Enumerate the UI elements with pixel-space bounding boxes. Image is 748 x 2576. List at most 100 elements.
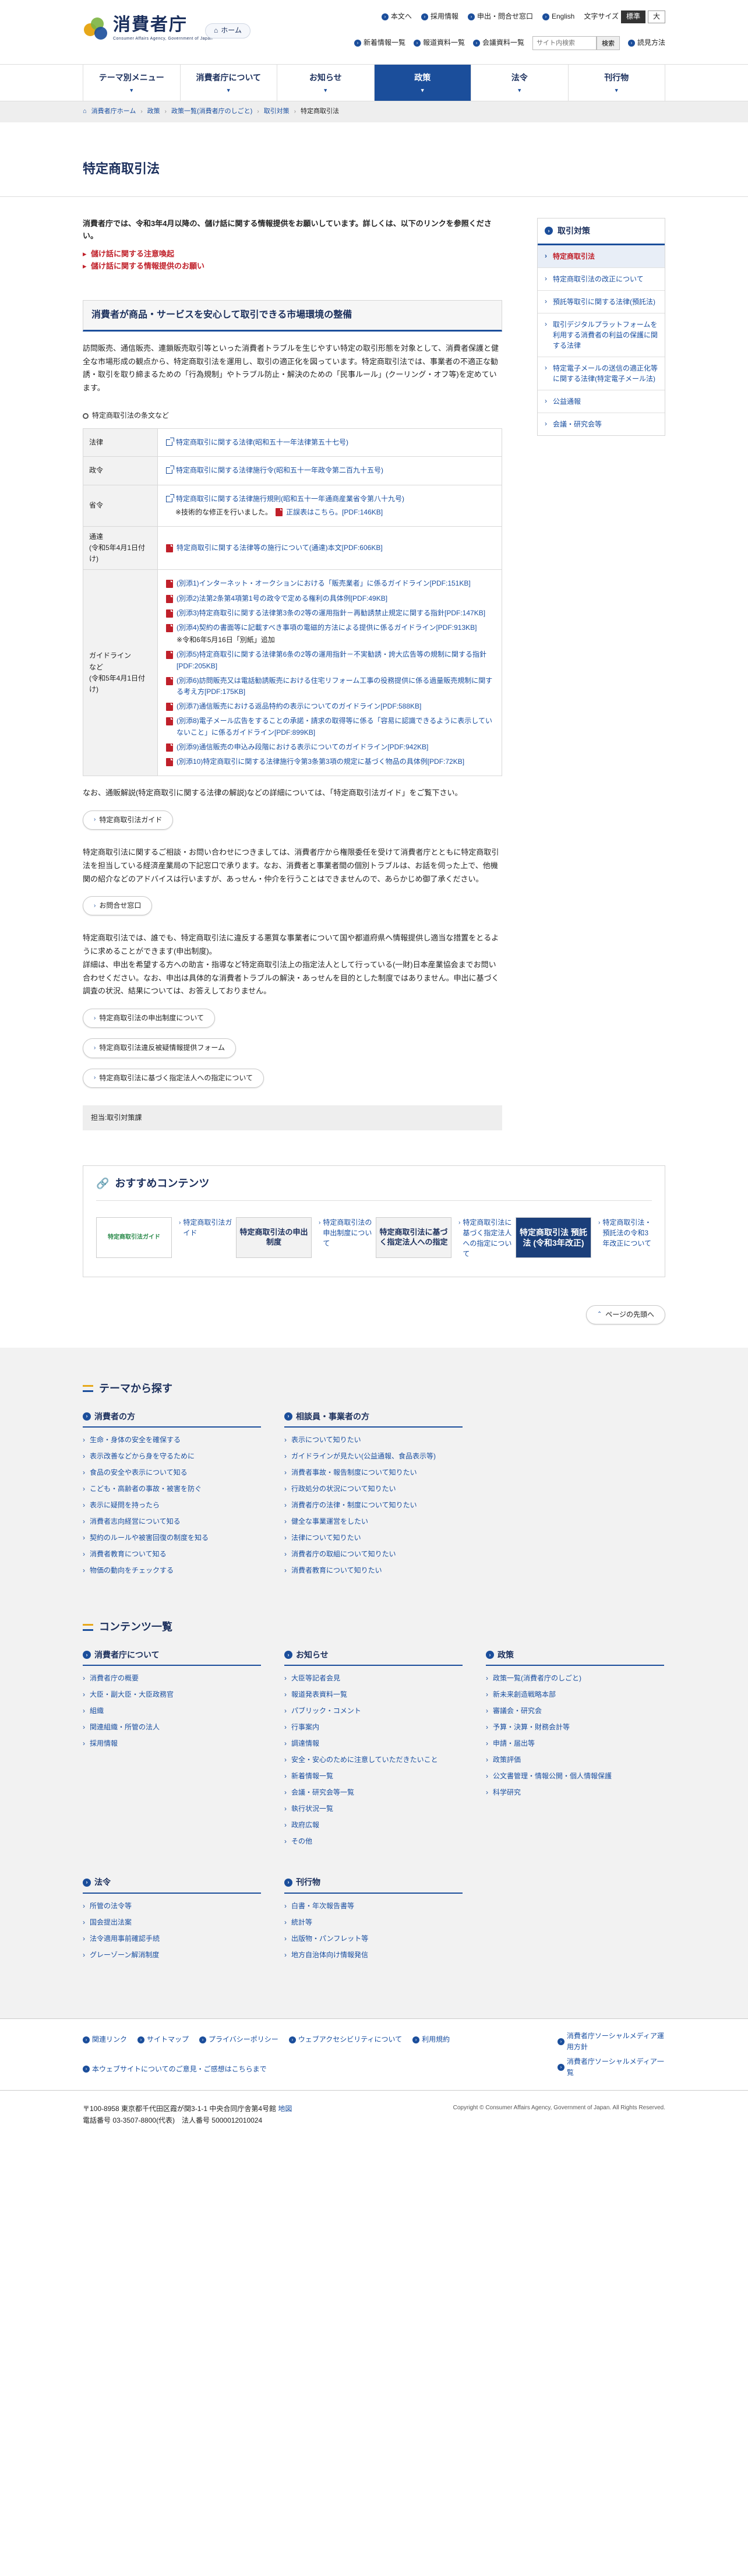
law-document-link[interactable]: (別添5)特定商取引に関する法律第6条の2等の運用指針－不実勧誘・誇大広告等の規…: [166, 649, 493, 671]
footer-column-title[interactable]: › 法令: [83, 1876, 261, 1894]
law-document-link[interactable]: 特定商取引に関する法律等の施行について(通達)本文[PDF:606KB]: [166, 542, 493, 554]
top-link-recruit[interactable]: › 採用情報: [421, 11, 458, 22]
footer-link[interactable]: こども・高齢者の事故・被害を防ぐ: [83, 1483, 261, 1494]
footer-column-title[interactable]: › 消費者の方: [83, 1410, 261, 1428]
footer-link[interactable]: 関連組織・所管の法人: [83, 1722, 261, 1732]
footer-link[interactable]: 消費者庁の概要: [83, 1673, 261, 1683]
footer-link[interactable]: 調達情報: [284, 1738, 463, 1749]
report-system-button[interactable]: › 特定商取引法の申出制度について: [83, 1009, 215, 1028]
recommended-item[interactable]: 特定商取引法 預託法 (令和3年改正) › 特定商取引法・預託法の令和3年改正につ…: [516, 1217, 655, 1259]
fontsize-large-button[interactable]: 大: [647, 10, 665, 23]
footer-link[interactable]: 出版物・パンフレット等: [284, 1933, 463, 1944]
footer-link[interactable]: 表示改善などから身を守るために: [83, 1451, 261, 1461]
readaloud-link[interactable]: › 読見方法: [627, 37, 665, 48]
sidebar-item-email-law[interactable]: 特定電子メールの送信の適正化等に関する法律(特定電子メール法): [538, 356, 665, 390]
footer-column-title[interactable]: › お知らせ: [284, 1648, 463, 1666]
footer-link[interactable]: 消費者庁の法律・制度について知りたい: [284, 1500, 463, 1510]
top-link-skip[interactable]: › 本文へ: [381, 11, 412, 22]
designated-corporation-button[interactable]: › 特定商取引法に基づく指定法人への指定について: [83, 1068, 264, 1088]
footer-column-title[interactable]: › 刊行物: [284, 1876, 463, 1894]
footer-link[interactable]: 執行状況一覧: [284, 1803, 463, 1814]
fontsize-normal-button[interactable]: 標準: [620, 10, 645, 23]
footer-link[interactable]: 行事案内: [284, 1722, 463, 1732]
law-document-link[interactable]: (別添1)インターネット・オークションにおける「販売業者」に係るガイドライン[P…: [166, 578, 493, 589]
sub-link-news[interactable]: › 新着情報一覧: [354, 37, 405, 48]
law-document-link[interactable]: 特定商取引に関する法律(昭和五十一年法律第五十七号): [166, 437, 493, 448]
footer-link[interactable]: 会議・研究会等一覧: [284, 1787, 463, 1798]
footer-bottom-link[interactable]: › 利用規約: [412, 2031, 450, 2049]
footer-link[interactable]: 統計等: [284, 1917, 463, 1927]
footer-link[interactable]: 申請・届出等: [486, 1738, 664, 1749]
law-document-link[interactable]: (別添3)特定商取引に関する法律第3条の2等の運用指針－再勧誘禁止規定に関する指…: [166, 608, 493, 619]
search-input[interactable]: [532, 36, 597, 50]
law-document-link[interactable]: (別添2)法第2条第4項第1号の政令で定める権利の具体例[PDF:49KB]: [166, 593, 493, 604]
law-document-link[interactable]: (別添8)電子メール広告をすることの承諾・請求の取得等に係る「容易に認識できるよ…: [166, 716, 493, 738]
footer-link[interactable]: 審議会・研究会: [486, 1705, 664, 1716]
footer-bottom-link[interactable]: › プライバシーポリシー: [199, 2031, 278, 2049]
notice-link-warning[interactable]: 儲け話に関する注意喚起: [83, 248, 502, 260]
violation-report-form-button[interactable]: › 特定商取引法違反被疑情報提供フォーム: [83, 1038, 236, 1058]
footer-link[interactable]: 公文書管理・情報公開・個人情報保護: [486, 1771, 664, 1781]
footer-link[interactable]: 政府広報: [284, 1820, 463, 1830]
sidebar-item-digital-platform[interactable]: 取引デジタルプラットフォームを利用する消費者の利益の保護に関する法律: [538, 312, 665, 357]
footer-link[interactable]: 健全な事業運営をしたい: [284, 1516, 463, 1527]
footer-link[interactable]: 国会提出法案: [83, 1917, 261, 1927]
footer-link[interactable]: 大臣等記者会見: [284, 1673, 463, 1683]
footer-link[interactable]: 新着情報一覧: [284, 1771, 463, 1781]
footer-column-title[interactable]: › 相談員・事業者の方: [284, 1410, 463, 1428]
law-document-link[interactable]: (別添7)通信販売における返品特約の表示についてのガイドライン[PDF:588K…: [166, 701, 493, 712]
footer-link[interactable]: 消費者教育について知る: [83, 1549, 261, 1559]
law-document-link[interactable]: (別添4)契約の書面等に記載すべき事項の電磁的方法による提供に係るガイドライン[…: [166, 622, 493, 633]
footer-bottom-link[interactable]: › 関連リンク: [83, 2031, 127, 2049]
sidebar-item-tokushoho[interactable]: 特定商取引法: [538, 245, 665, 267]
footer-link[interactable]: ガイドラインが見たい(公益通報、食品表示等): [284, 1451, 463, 1461]
sidebar-item-amendment[interactable]: 特定商取引法の改正について: [538, 267, 665, 290]
breadcrumb-policy[interactable]: 政策: [147, 107, 160, 117]
footer-link[interactable]: その他: [284, 1836, 463, 1846]
notice-link-info-request[interactable]: 儲け話に関する情報提供のお願い: [83, 260, 502, 273]
sub-link-meetings[interactable]: › 会議資料一覧: [472, 37, 524, 48]
law-document-link[interactable]: 特定商取引に関する法律施行令(昭和五十一年政令第二百九十五号): [166, 465, 493, 476]
law-document-link[interactable]: 特定商取引に関する法律施行規則(昭和五十一年通商産業省令第八十九号): [166, 494, 493, 505]
footer-bottom-link[interactable]: › 消費者庁ソーシャルメディア運用方針: [557, 2031, 665, 2053]
top-link-contact[interactable]: › 申出・問合せ窓口: [467, 11, 533, 22]
footer-column-title[interactable]: › 消費者庁について: [83, 1648, 261, 1666]
gnav-item-news[interactable]: お知らせ ▼: [277, 65, 374, 101]
recommended-item[interactable]: 特定商取引法ガイド › 特定商取引法ガイド: [96, 1217, 236, 1259]
footer-link[interactable]: 法令適用事前確認手続: [83, 1933, 261, 1944]
footer-link[interactable]: 食品の安全や表示について知る: [83, 1467, 261, 1478]
sidebar-item-meetings[interactable]: 会議・研究会等: [538, 412, 665, 435]
page-top-button[interactable]: ⌃ ページの先頭へ: [585, 1305, 665, 1324]
footer-link[interactable]: 組織: [83, 1705, 261, 1716]
footer-link[interactable]: パブリック・コメント: [284, 1705, 463, 1716]
footer-link[interactable]: グレーゾーン解消制度: [83, 1950, 261, 1960]
search-button[interactable]: 検索: [596, 36, 620, 50]
footer-link[interactable]: 政策評価: [486, 1754, 664, 1765]
top-link-english[interactable]: › English: [542, 11, 574, 22]
law-document-link[interactable]: (別添9)通信販売の申込み段階における表示についてのガイドライン[PDF:942…: [166, 742, 493, 753]
footer-link[interactable]: 科学研究: [486, 1787, 664, 1798]
footer-bottom-link[interactable]: › サイトマップ: [137, 2031, 189, 2049]
footer-bottom-link[interactable]: › ウェブアクセシビリティについて: [288, 2031, 402, 2049]
sidebar-item-deposit-law[interactable]: 預託等取引に関する法律(預託法): [538, 290, 665, 313]
footer-link[interactable]: 所管の法令等: [83, 1901, 261, 1911]
gnav-item-theme-menu[interactable]: テーマ別メニュー ▼: [83, 65, 180, 101]
gnav-item-policy[interactable]: 政策 ▼: [373, 65, 471, 101]
footer-link[interactable]: 安全・安心のために注意していただきたいこと: [284, 1754, 463, 1765]
breadcrumb-home[interactable]: 消費者庁ホーム: [91, 107, 136, 117]
footer-link[interactable]: 表示について知りたい: [284, 1435, 463, 1445]
guide-button[interactable]: › 特定商取引法ガイド: [83, 810, 174, 830]
sub-link-press[interactable]: › 報道資料一覧: [413, 37, 465, 48]
footer-link[interactable]: 行政処分の状況について知りたい: [284, 1483, 463, 1494]
footer-link[interactable]: 採用情報: [83, 1738, 261, 1749]
footer-link[interactable]: 大臣・副大臣・大臣政務官: [83, 1689, 261, 1700]
sidebar-item-whistleblowing[interactable]: 公益通報: [538, 389, 665, 413]
contact-window-button[interactable]: › お問合せ窓口: [83, 896, 153, 916]
footer-link[interactable]: 地方自治体向け情報発信: [284, 1950, 463, 1960]
gnav-item-publications[interactable]: 刊行物 ▼: [567, 65, 665, 101]
footer-link[interactable]: 契約のルールや被害回復の制度を知る: [83, 1532, 261, 1543]
footer-link[interactable]: 生命・身体の安全を確保する: [83, 1435, 261, 1445]
recommended-item[interactable]: 特定商取引法の申出制度 › 特定商取引法の申出制度について: [236, 1217, 376, 1259]
footer-link[interactable]: 表示に疑問を持ったら: [83, 1500, 261, 1510]
footer-link[interactable]: 物価の動向をチェックする: [83, 1565, 261, 1576]
